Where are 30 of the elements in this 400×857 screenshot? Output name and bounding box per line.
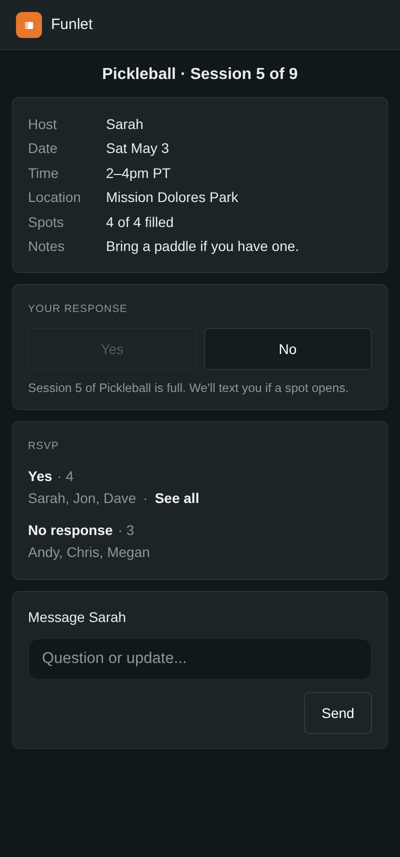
see-all-link[interactable]: See all [154,487,200,510]
message-heading: Message Sarah [28,609,128,626]
send-button[interactable]: Send [304,692,372,734]
rsvp-count: · 4 [57,468,74,484]
rsvp-count: · 3 [118,522,134,538]
response-button[interactable]: No [204,328,372,370]
detail-value: 4 of 4 filled [106,212,174,232]
rsvp-names: Sarah, Jon, Dave [28,489,136,508]
detail-value: Sarah [106,115,144,134]
detail-label: Host [28,115,58,134]
detail-label: Spots [28,212,65,232]
app-name: Funlet [51,16,93,33]
detail-value: 2–4pm PT [106,164,171,183]
detail-value: Bring a paddle if you have one. [106,237,300,256]
message-input-field[interactable]: Question or update... [28,638,372,680]
section-heading: YOUR RESPONSE [28,303,128,316]
detail-label: Time [28,164,60,183]
detail-label: Location [28,188,82,208]
section-heading: RSVP [28,440,60,452]
separator-dot: · [143,489,148,508]
rsvp-names: Andy, Chris, Megan [28,543,150,562]
detail-label: Date [28,139,59,158]
full-notice: Session 5 of Pickleball is full. We'll text you if a spot opens. [28,381,350,396]
app-logo-icon [16,12,42,38]
detail-value: Sat May 3 [106,139,170,158]
rsvp-group-label: Yes [28,468,52,484]
detail-value: Mission Dolores Park [106,188,238,208]
page-title: Pickleball · Session 5 of 9 [101,66,299,84]
rsvp-group-label: No response [28,522,113,538]
detail-label: Notes [28,237,66,256]
